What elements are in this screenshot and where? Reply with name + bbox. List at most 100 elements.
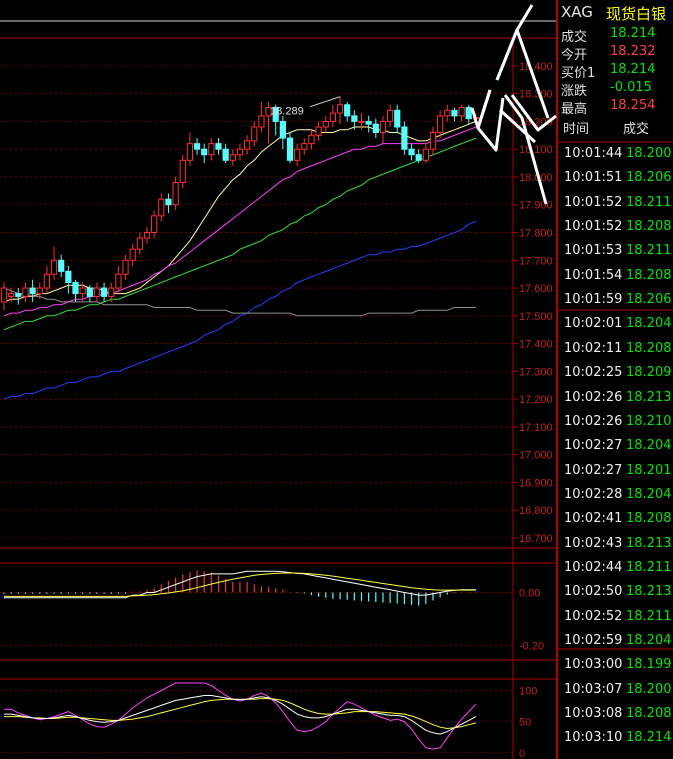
candle-body (151, 215, 158, 234)
ma-line-3 (3, 137, 477, 331)
tick-price: 18.211 (626, 608, 672, 624)
candle-body (8, 293, 15, 297)
candle-body (58, 259, 65, 272)
tick-time: 10:02:41 (564, 511, 623, 527)
tick-row[interactable]: 10:01:44 18.200 (561, 146, 673, 170)
candle-body (222, 148, 229, 161)
candle-body (444, 109, 451, 117)
main-y-tick-label: 17.100 (519, 422, 553, 434)
candle-body (251, 126, 258, 142)
quote-value: -0.015 (610, 80, 652, 95)
tick-row[interactable]: 10:01:59 18.206 (561, 292, 673, 316)
tick-time: 10:02:27 (564, 462, 623, 478)
tick-price: 18.213 (626, 535, 672, 551)
tick-row[interactable]: 10:02:28 18.204 (561, 487, 673, 511)
tick-row[interactable]: 10:03:00 18.199 (561, 657, 673, 681)
candle-body (422, 148, 429, 161)
tick-row[interactable]: 10:02:27 18.204 (561, 438, 673, 462)
tick-price: 18.204 (626, 438, 672, 454)
candle-body (244, 140, 251, 150)
tick-time: 10:01:59 (564, 292, 623, 308)
candle-body (394, 109, 401, 128)
tick-price: 18.208 (626, 340, 672, 356)
tick-price: 18.213 (626, 389, 672, 405)
kdj-d-line (4, 698, 477, 730)
candle-body (465, 107, 472, 120)
quote-row: 最高 18.254 (561, 98, 673, 117)
symbol-name[interactable]: 现货白银 (606, 3, 666, 24)
tick-row[interactable]: 10:02:26 18.210 (561, 414, 673, 438)
candle-body (429, 132, 437, 150)
candle-body (65, 270, 72, 284)
candle-body (179, 159, 186, 184)
tick-price: 18.211 (626, 559, 672, 575)
candle-body (93, 287, 101, 297)
tick-time: 10:03:07 (564, 681, 623, 697)
tick-row[interactable]: 10:02:01 18.204 (561, 316, 673, 340)
candle-body (79, 287, 86, 295)
kdj-y-tick-label: 50 (519, 717, 531, 729)
quote-label: 成交 (561, 30, 588, 45)
tick-row[interactable]: 10:03:07 18.200 (561, 682, 673, 706)
candle-body (329, 112, 336, 122)
candle-body (129, 248, 136, 261)
tick-row[interactable]: 10:02:26 18.213 (561, 390, 673, 414)
symbol-code[interactable]: XAG (561, 3, 593, 21)
tick-row[interactable]: 10:01:52 18.208 (561, 219, 673, 243)
candle-body (358, 120, 365, 123)
tick-row[interactable]: 10:02:50 18.213 (561, 584, 673, 608)
tick-row[interactable]: 10:03:08 18.208 (561, 706, 673, 730)
candle-body (193, 143, 201, 150)
tick-time: 10:02:01 (564, 316, 623, 332)
tick-row[interactable]: 10:02:52 18.211 (561, 609, 673, 633)
tick-row[interactable]: 10:01:51 18.206 (561, 170, 673, 194)
tick-price: 18.204 (626, 316, 672, 332)
tick-row[interactable]: 10:01:53 18.211 (561, 243, 673, 267)
quote-label: 最高 (561, 102, 588, 117)
main-y-tick-label: 17.000 (519, 450, 553, 462)
candle-body (401, 126, 408, 150)
tick-price: 18.210 (626, 413, 672, 429)
tick-time: 10:02:27 (564, 438, 623, 454)
tick-row[interactable]: 10:01:54 18.208 (561, 268, 673, 292)
candle-body (215, 143, 222, 150)
tick-row[interactable]: 10:02:27 18.201 (561, 463, 673, 487)
tick-time: 10:02:26 (564, 413, 623, 429)
tick-time: 10:02:43 (564, 535, 623, 551)
quote-row: 今开 18.232 (561, 44, 673, 63)
tick-price: 18.200 (626, 681, 672, 697)
tick-time: 10:02:11 (564, 340, 623, 356)
tick-time: 10:02:26 (564, 389, 623, 405)
tick-row[interactable]: 10:03:10 18.214 (561, 730, 673, 754)
high-annotation-leader (309, 96, 341, 108)
tick-price: 18.204 (626, 486, 672, 502)
tick-time: 10:01:52 (564, 219, 623, 235)
candle-body (294, 148, 301, 161)
tick-row[interactable]: 10:02:59 18.204 (561, 633, 673, 657)
candle-body (258, 115, 265, 128)
quote-value: 18.214 (610, 62, 656, 77)
tick-price: 18.208 (626, 219, 672, 235)
tick-row[interactable]: 10:02:41 18.208 (561, 511, 673, 535)
main-y-tick-label: 17.200 (519, 394, 553, 406)
tick-row[interactable]: 10:02:44 18.211 (561, 560, 673, 584)
candle-body (143, 232, 151, 239)
tick-row[interactable]: 10:02:43 18.213 (561, 536, 673, 560)
kdj-y-tick-label: 100 (519, 685, 537, 697)
candle-body (108, 287, 115, 297)
main-y-tick-label: 16.800 (519, 505, 553, 517)
high-annotation-label: 18.289 (270, 106, 304, 118)
candle-body (158, 198, 165, 217)
tick-row[interactable]: 10:02:11 18.208 (561, 341, 673, 365)
tick-price: 18.211 (626, 194, 672, 210)
candle-body (236, 148, 244, 156)
tick-row[interactable]: 10:02:25 18.209 (561, 365, 673, 389)
tick-row[interactable]: 10:01:52 18.211 (561, 195, 673, 219)
candle-body (365, 120, 372, 125)
tick-price: 18.206 (626, 292, 672, 308)
candle-body (229, 154, 236, 161)
tick-time: 10:02:25 (564, 365, 623, 381)
tick-price: 18.199 (626, 657, 672, 673)
candle-body (372, 123, 379, 134)
tick-price: 18.200 (626, 146, 672, 161)
